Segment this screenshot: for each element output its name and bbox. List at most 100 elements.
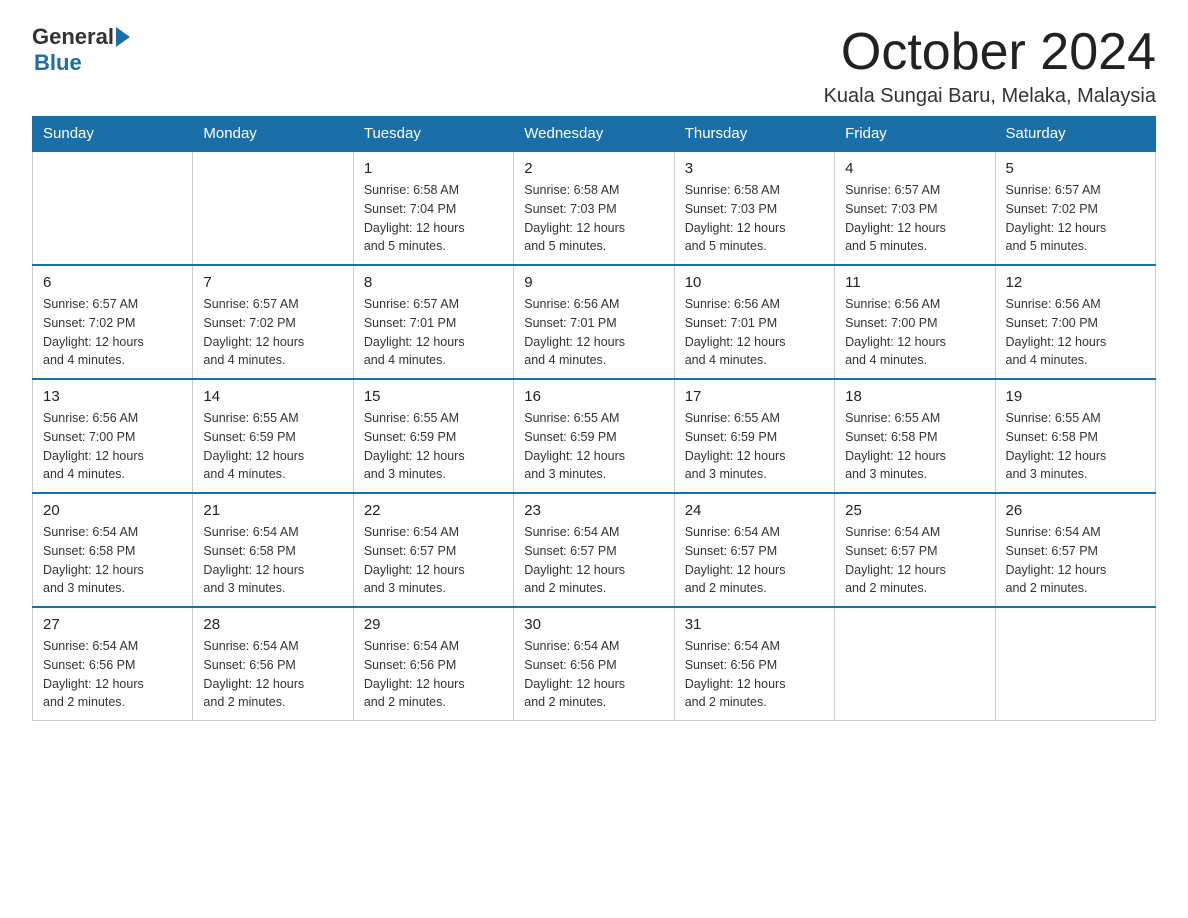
calendar-cell: 24Sunrise: 6:54 AM Sunset: 6:57 PM Dayli…	[674, 493, 834, 607]
day-number: 29	[364, 616, 503, 633]
calendar-week-row: 13 Sunrise: 6:56 AM Sunset: 7:00 PM Dayli…	[33, 379, 1156, 493]
calendar-cell	[193, 151, 353, 265]
day-info: Sunrise: 6:54 AM Sunset: 6:57 PM Dayligh…	[685, 523, 824, 598]
day-info: Sunrise: 6:57 AM Sunset: 7:02 PM Dayligh…	[203, 295, 342, 370]
calendar-cell: 18Sunrise: 6:55 AM Sunset: 6:58 PM Dayli…	[835, 379, 995, 493]
day-number: 27	[43, 616, 182, 633]
calendar-cell: 23 Sunrise: 6:54 AM Sunset: 6:57 PM Dayli…	[514, 493, 674, 607]
day-info: Sunrise: 6:58 AM Sunset: 7:03 PM Dayligh…	[524, 181, 663, 256]
calendar-cell	[995, 607, 1155, 721]
logo: General Blue	[32, 24, 130, 76]
day-info: Sunrise: 6:56 AM Sunset: 7:00 PM Dayligh…	[1006, 295, 1145, 370]
day-info: Sunrise: 6:54 AM Sunset: 6:56 PM Dayligh…	[364, 637, 503, 712]
page-header: General Blue October 2024 Kuala Sungai B…	[32, 24, 1156, 108]
day-number: 30	[524, 616, 663, 633]
day-info: Sunrise: 6:57 AM Sunset: 7:01 PM Dayligh…	[364, 295, 503, 370]
calendar-cell: 7 Sunrise: 6:57 AM Sunset: 7:02 PM Daylig…	[193, 265, 353, 379]
calendar-week-row: 20 Sunrise: 6:54 AM Sunset: 6:58 PM Dayli…	[33, 493, 1156, 607]
day-number: 13	[43, 388, 182, 405]
calendar-cell	[835, 607, 995, 721]
day-number: 21	[203, 502, 342, 519]
day-info: Sunrise: 6:58 AM Sunset: 7:03 PM Dayligh…	[685, 181, 824, 256]
day-number: 16	[524, 388, 663, 405]
calendar-cell: 19 Sunrise: 6:55 AM Sunset: 6:58 PM Dayli…	[995, 379, 1155, 493]
day-info: Sunrise: 6:55 AM Sunset: 6:59 PM Dayligh…	[524, 409, 663, 484]
day-info: Sunrise: 6:55 AM Sunset: 6:59 PM Dayligh…	[685, 409, 824, 484]
page-title: October 2024	[824, 24, 1156, 81]
day-info: Sunrise: 6:54 AM Sunset: 6:56 PM Dayligh…	[43, 637, 182, 712]
day-info: Sunrise: 6:54 AM Sunset: 6:56 PM Dayligh…	[524, 637, 663, 712]
day-number: 5	[1006, 160, 1145, 177]
calendar-cell: 20 Sunrise: 6:54 AM Sunset: 6:58 PM Dayli…	[33, 493, 193, 607]
calendar-cell: 13 Sunrise: 6:56 AM Sunset: 7:00 PM Dayli…	[33, 379, 193, 493]
day-number: 17	[685, 388, 824, 405]
day-info: Sunrise: 6:57 AM Sunset: 7:02 PM Dayligh…	[1006, 181, 1145, 256]
calendar-cell: 5 Sunrise: 6:57 AM Sunset: 7:02 PM Daylig…	[995, 151, 1155, 265]
calendar-cell: 21 Sunrise: 6:54 AM Sunset: 6:58 PM Dayli…	[193, 493, 353, 607]
calendar-cell: 1 Sunrise: 6:58 AM Sunset: 7:04 PM Daylig…	[353, 151, 513, 265]
day-info: Sunrise: 6:56 AM Sunset: 7:01 PM Dayligh…	[524, 295, 663, 370]
day-number: 7	[203, 274, 342, 291]
calendar-cell: 29 Sunrise: 6:54 AM Sunset: 6:56 PM Dayli…	[353, 607, 513, 721]
day-number: 19	[1006, 388, 1145, 405]
day-info: Sunrise: 6:55 AM Sunset: 6:58 PM Dayligh…	[1006, 409, 1145, 484]
day-info: Sunrise: 6:54 AM Sunset: 6:57 PM Dayligh…	[524, 523, 663, 598]
day-number: 1	[364, 160, 503, 177]
day-info: Sunrise: 6:54 AM Sunset: 6:58 PM Dayligh…	[203, 523, 342, 598]
calendar-cell: 22Sunrise: 6:54 AM Sunset: 6:57 PM Dayli…	[353, 493, 513, 607]
day-number: 6	[43, 274, 182, 291]
weekday-header-tuesday: Tuesday	[353, 117, 513, 152]
day-number: 4	[845, 160, 984, 177]
calendar-cell: 8Sunrise: 6:57 AM Sunset: 7:01 PM Daylig…	[353, 265, 513, 379]
day-number: 11	[845, 274, 984, 291]
day-info: Sunrise: 6:56 AM Sunset: 7:00 PM Dayligh…	[43, 409, 182, 484]
calendar-cell: 25Sunrise: 6:54 AM Sunset: 6:57 PM Dayli…	[835, 493, 995, 607]
calendar-cell: 10Sunrise: 6:56 AM Sunset: 7:01 PM Dayli…	[674, 265, 834, 379]
day-info: Sunrise: 6:54 AM Sunset: 6:56 PM Dayligh…	[203, 637, 342, 712]
calendar-cell: 15 Sunrise: 6:55 AM Sunset: 6:59 PM Dayli…	[353, 379, 513, 493]
calendar-cell: 9Sunrise: 6:56 AM Sunset: 7:01 PM Daylig…	[514, 265, 674, 379]
day-number: 14	[203, 388, 342, 405]
day-number: 12	[1006, 274, 1145, 291]
day-number: 26	[1006, 502, 1145, 519]
title-block: October 2024 Kuala Sungai Baru, Melaka, …	[824, 24, 1156, 108]
day-info: Sunrise: 6:55 AM Sunset: 6:59 PM Dayligh…	[203, 409, 342, 484]
calendar-cell	[33, 151, 193, 265]
day-number: 10	[685, 274, 824, 291]
calendar-week-row: 1 Sunrise: 6:58 AM Sunset: 7:04 PM Daylig…	[33, 151, 1156, 265]
day-info: Sunrise: 6:54 AM Sunset: 6:56 PM Dayligh…	[685, 637, 824, 712]
weekday-header-friday: Friday	[835, 117, 995, 152]
weekday-header-saturday: Saturday	[995, 117, 1155, 152]
calendar-week-row: 27 Sunrise: 6:54 AM Sunset: 6:56 PM Dayli…	[33, 607, 1156, 721]
day-number: 25	[845, 502, 984, 519]
day-info: Sunrise: 6:55 AM Sunset: 6:59 PM Dayligh…	[364, 409, 503, 484]
calendar-cell: 12 Sunrise: 6:56 AM Sunset: 7:00 PM Dayli…	[995, 265, 1155, 379]
calendar-cell: 26 Sunrise: 6:54 AM Sunset: 6:57 PM Dayli…	[995, 493, 1155, 607]
calendar-cell: 6Sunrise: 6:57 AM Sunset: 7:02 PM Daylig…	[33, 265, 193, 379]
day-number: 31	[685, 616, 824, 633]
calendar-header-row: SundayMondayTuesdayWednesdayThursdayFrid…	[33, 117, 1156, 152]
day-info: Sunrise: 6:56 AM Sunset: 7:00 PM Dayligh…	[845, 295, 984, 370]
location-subtitle: Kuala Sungai Baru, Melaka, Malaysia	[824, 85, 1156, 108]
day-info: Sunrise: 6:58 AM Sunset: 7:04 PM Dayligh…	[364, 181, 503, 256]
weekday-header-monday: Monday	[193, 117, 353, 152]
day-number: 15	[364, 388, 503, 405]
calendar-week-row: 6 Sunrise: 6:57 AM Sunset: 7:02 PM Daylig…	[33, 265, 1156, 379]
calendar-cell: 31 Sunrise: 6:54 AM Sunset: 6:56 PM Dayli…	[674, 607, 834, 721]
day-number: 22	[364, 502, 503, 519]
calendar-cell: 17 Sunrise: 6:55 AM Sunset: 6:59 PM Dayli…	[674, 379, 834, 493]
logo-arrow-icon	[116, 27, 130, 47]
day-number: 28	[203, 616, 342, 633]
day-info: Sunrise: 6:54 AM Sunset: 6:57 PM Dayligh…	[1006, 523, 1145, 598]
day-number: 20	[43, 502, 182, 519]
calendar-cell: 27 Sunrise: 6:54 AM Sunset: 6:56 PM Dayli…	[33, 607, 193, 721]
weekday-header-sunday: Sunday	[33, 117, 193, 152]
calendar-cell: 30 Sunrise: 6:54 AM Sunset: 6:56 PM Dayli…	[514, 607, 674, 721]
day-number: 23	[524, 502, 663, 519]
day-info: Sunrise: 6:57 AM Sunset: 7:03 PM Dayligh…	[845, 181, 984, 256]
calendar-cell: 14 Sunrise: 6:55 AM Sunset: 6:59 PM Dayli…	[193, 379, 353, 493]
calendar-cell: 11 Sunrise: 6:56 AM Sunset: 7:00 PM Dayli…	[835, 265, 995, 379]
day-number: 2	[524, 160, 663, 177]
calendar-cell: 4 Sunrise: 6:57 AM Sunset: 7:03 PM Daylig…	[835, 151, 995, 265]
day-info: Sunrise: 6:54 AM Sunset: 6:58 PM Dayligh…	[43, 523, 182, 598]
